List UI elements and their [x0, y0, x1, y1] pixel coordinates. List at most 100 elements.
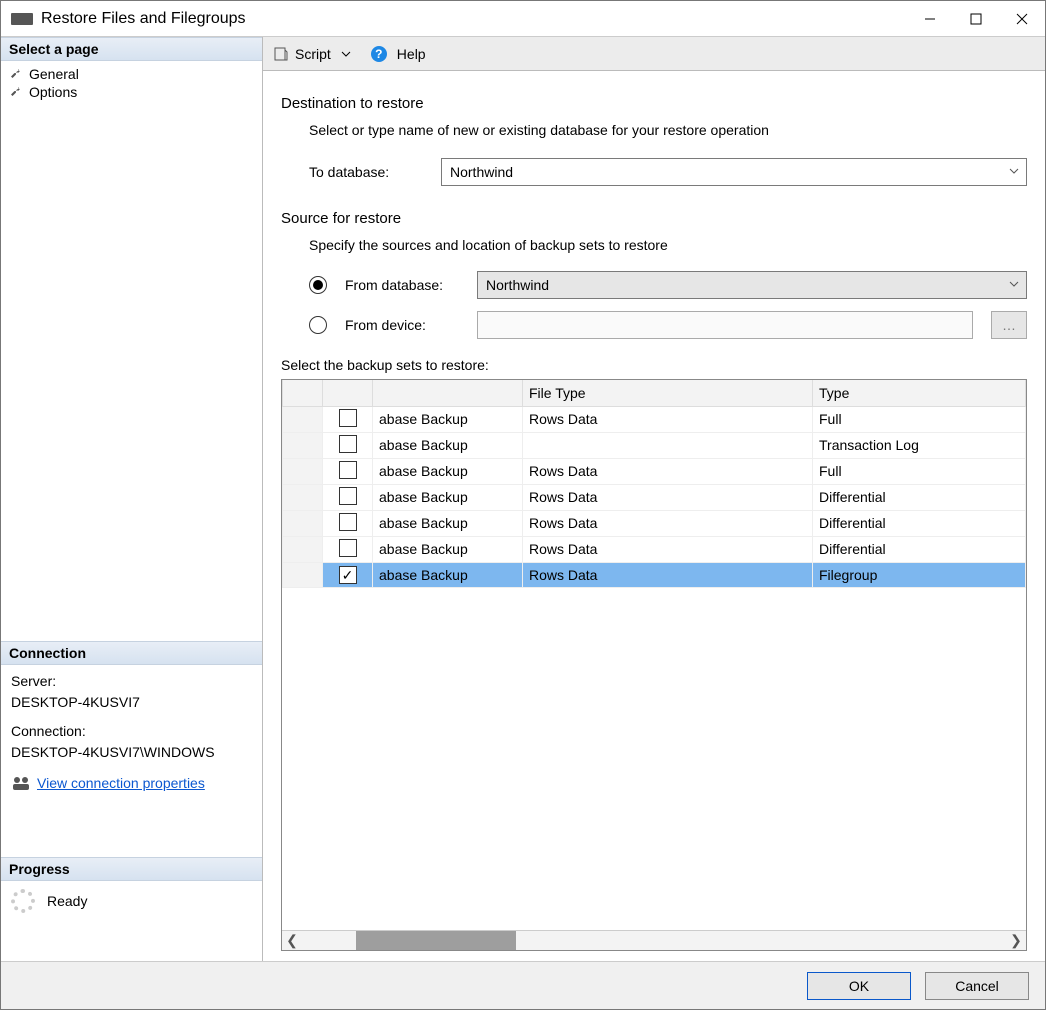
from-device-label: From device:: [345, 317, 467, 333]
col-type[interactable]: Type: [813, 380, 1026, 406]
table-row[interactable]: abase BackupRows DataDifferential: [283, 484, 1026, 510]
row-checkbox[interactable]: [339, 487, 357, 505]
col-checkbox[interactable]: [323, 380, 373, 406]
row-checkbox-cell[interactable]: [323, 484, 373, 510]
row-header-cell[interactable]: [283, 536, 323, 562]
minimize-button[interactable]: [907, 1, 953, 36]
toolbar: Script ? Help: [263, 37, 1045, 71]
row-type: Transaction Log: [813, 432, 1026, 458]
browse-device-button[interactable]: …: [991, 311, 1027, 339]
row-file-type: [523, 432, 813, 458]
from-device-row: From device: …: [281, 311, 1027, 339]
row-type: Full: [813, 458, 1026, 484]
page-general[interactable]: General: [7, 65, 256, 83]
row-checkbox-cell[interactable]: [323, 536, 373, 562]
from-db-row: From database: Northwind: [281, 271, 1027, 299]
row-header-cell[interactable]: [283, 510, 323, 536]
help-button[interactable]: Help: [397, 46, 426, 62]
close-icon: [1016, 13, 1028, 25]
row-checkbox-cell[interactable]: [323, 562, 373, 587]
table-row[interactable]: abase BackupTransaction Log: [283, 432, 1026, 458]
chevron-down-icon: [1008, 277, 1020, 293]
progress-body: Ready: [1, 881, 262, 921]
row-type: Differential: [813, 536, 1026, 562]
col-rowheader[interactable]: [283, 380, 323, 406]
window-title: Restore Files and Filegroups: [41, 10, 907, 28]
progress-header: Progress: [1, 857, 262, 881]
row-checkbox[interactable]: [339, 513, 357, 531]
scroll-right-icon[interactable]: ❯: [1006, 932, 1026, 949]
server-label: Server:: [11, 671, 252, 692]
row-checkbox[interactable]: [339, 461, 357, 479]
row-header-cell[interactable]: [283, 432, 323, 458]
row-file-type: Rows Data: [523, 458, 813, 484]
row-name: abase Backup: [373, 536, 523, 562]
row-file-type: Rows Data: [523, 484, 813, 510]
dest-title: Destination to restore: [281, 95, 1027, 112]
from-device-text[interactable]: [477, 311, 973, 339]
row-header-cell[interactable]: [283, 484, 323, 510]
row-name: abase Backup: [373, 510, 523, 536]
row-checkbox-cell[interactable]: [323, 510, 373, 536]
to-db-combo[interactable]: Northwind: [441, 158, 1027, 186]
scroll-track[interactable]: [302, 931, 1006, 950]
from-device-radio[interactable]: [309, 316, 327, 334]
row-checkbox[interactable]: [339, 435, 357, 453]
app-icon: [11, 13, 33, 25]
table-row[interactable]: abase BackupRows DataDifferential: [283, 510, 1026, 536]
content-area: Destination to restore Select or type na…: [263, 71, 1045, 961]
connection-label: Connection:: [11, 721, 252, 742]
row-checkbox-cell[interactable]: [323, 432, 373, 458]
scroll-thumb[interactable]: [356, 931, 516, 950]
row-checkbox[interactable]: [339, 566, 357, 584]
table-row[interactable]: abase BackupRows DataFull: [283, 406, 1026, 432]
row-header-cell[interactable]: [283, 458, 323, 484]
to-db-value: Northwind: [450, 164, 513, 180]
dest-hint: Select or type name of new or existing d…: [281, 122, 1027, 138]
people-icon: [11, 775, 31, 791]
cancel-button[interactable]: Cancel: [925, 972, 1029, 1000]
horizontal-scrollbar[interactable]: ❮ ❯: [282, 930, 1026, 950]
wrench-icon: [9, 67, 23, 81]
ok-button[interactable]: OK: [807, 972, 911, 1000]
col-file-type[interactable]: File Type: [523, 380, 813, 406]
connection-info: Server: DESKTOP-4KUSVI7 Connection: DESK…: [1, 665, 262, 769]
from-db-combo[interactable]: Northwind: [477, 271, 1027, 299]
view-conn-props-link[interactable]: View connection properties: [37, 775, 205, 791]
from-db-label: From database:: [345, 277, 467, 293]
row-checkbox-cell[interactable]: [323, 458, 373, 484]
row-header-cell[interactable]: [283, 562, 323, 587]
dropdown-arrow-icon[interactable]: [341, 49, 351, 59]
maximize-icon: [970, 13, 982, 25]
to-db-label: To database:: [309, 164, 431, 180]
row-checkbox-cell[interactable]: [323, 406, 373, 432]
row-checkbox[interactable]: [339, 409, 357, 427]
backup-sets-table[interactable]: File Type Type abase BackupRows DataFull…: [282, 380, 1026, 588]
page-general-label: General: [29, 66, 79, 82]
help-icon: ?: [371, 46, 387, 62]
backup-sets-grid: File Type Type abase BackupRows DataFull…: [281, 379, 1027, 951]
page-options[interactable]: Options: [7, 83, 256, 101]
row-checkbox[interactable]: [339, 539, 357, 557]
row-header-cell[interactable]: [283, 406, 323, 432]
table-header-row: File Type Type: [283, 380, 1026, 406]
row-type: Differential: [813, 484, 1026, 510]
maximize-button[interactable]: [953, 1, 999, 36]
src-title: Source for restore: [281, 210, 1027, 227]
table-row[interactable]: abase BackupRows DataFull: [283, 458, 1026, 484]
progress-spinner-icon: [11, 889, 35, 913]
src-hint: Specify the sources and location of back…: [281, 237, 1027, 253]
to-db-row: To database: Northwind: [281, 158, 1027, 186]
col-name-partial[interactable]: [373, 380, 523, 406]
row-name: abase Backup: [373, 484, 523, 510]
minimize-icon: [924, 13, 936, 25]
scroll-left-icon[interactable]: ❮: [282, 932, 302, 949]
row-type: Filegroup: [813, 562, 1026, 587]
from-db-radio[interactable]: [309, 276, 327, 294]
page-list: General Options: [1, 61, 262, 105]
script-button[interactable]: Script: [295, 46, 331, 62]
table-row[interactable]: abase BackupRows DataDifferential: [283, 536, 1026, 562]
script-icon: [273, 46, 289, 62]
table-row[interactable]: abase BackupRows DataFilegroup: [283, 562, 1026, 587]
close-button[interactable]: [999, 1, 1045, 36]
